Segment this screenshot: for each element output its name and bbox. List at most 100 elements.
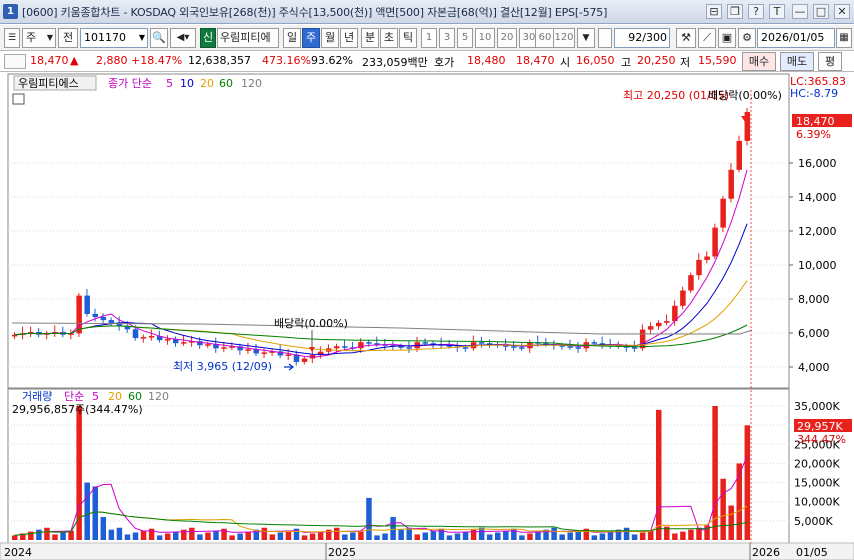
volume-bar xyxy=(132,532,139,540)
volume-bar xyxy=(277,532,284,540)
volume-bar xyxy=(334,527,340,540)
volume-bar xyxy=(92,486,98,540)
grid-tool-icon[interactable]: ⚒ xyxy=(676,28,696,48)
volume-bar xyxy=(422,532,429,540)
candle-body xyxy=(406,347,412,349)
interval-1[interactable]: 1 xyxy=(421,28,437,48)
interval-120[interactable]: 120 xyxy=(553,28,575,48)
volume-bar xyxy=(44,527,50,540)
tab-second[interactable]: 초 xyxy=(380,28,398,48)
stock-code-input[interactable]: 101170 ▼ xyxy=(80,28,148,48)
calendar-icon[interactable]: ▦ xyxy=(836,28,852,48)
copy-window-button[interactable]: ❐ xyxy=(727,4,743,19)
candle-body xyxy=(92,313,98,318)
minimize-button[interactable]: — xyxy=(792,4,808,19)
candle-body xyxy=(205,344,211,346)
date-input[interactable]: 2026/01/05 xyxy=(757,28,835,48)
volume-bar xyxy=(567,532,573,540)
interval-blank[interactable] xyxy=(598,28,612,48)
even-button[interactable]: 평 xyxy=(818,52,842,71)
price-tick-label: 6,000 xyxy=(798,327,830,340)
candle-body xyxy=(591,342,598,344)
bar-count-max: /300 xyxy=(642,31,667,44)
tab-week[interactable]: 주 xyxy=(302,28,320,48)
candle-body xyxy=(301,358,308,362)
menu-icon[interactable]: ☰ xyxy=(4,28,20,48)
tab-day[interactable]: 일 xyxy=(283,28,301,48)
hoga-bid: 18,470 xyxy=(516,54,555,67)
candle-body xyxy=(478,342,485,344)
bar-count-input[interactable]: 92/300 xyxy=(614,28,670,48)
help-button[interactable]: ? xyxy=(748,4,764,19)
chart-area[interactable]: 16,000 14,000 12,000 10,000 8,000 6,000 4,000 … xyxy=(0,72,854,560)
volume-bar xyxy=(197,534,203,540)
quote-toggle[interactable] xyxy=(4,54,26,69)
low-price: 15,590 xyxy=(698,54,737,67)
last-price-tag-value: 18,470 xyxy=(796,115,835,128)
text-button[interactable]: T xyxy=(769,4,785,19)
chart-toolbar: ☰ 주 ▼ 전 101170 ▼ 🔍 ◀▾ 신 우림피티에 일 주 월 년 분 초 … xyxy=(0,25,854,51)
table-icon[interactable] xyxy=(12,93,25,105)
sell-button[interactable]: 매도 xyxy=(780,52,814,71)
volume-bar xyxy=(317,531,324,540)
interval-10[interactable]: 10 xyxy=(475,28,495,48)
legend-ma-120: 120 xyxy=(241,77,262,90)
candle-body xyxy=(245,349,251,351)
save-icon[interactable]: ▣ xyxy=(718,28,736,48)
volume-bar xyxy=(430,530,437,540)
candle-body xyxy=(366,342,372,344)
draw-tool-icon[interactable]: ⟋ xyxy=(698,28,716,48)
volume-bar xyxy=(390,517,396,540)
speaker-icon[interactable]: ◀▾ xyxy=(170,28,196,48)
prev-button[interactable]: 전 xyxy=(58,28,78,48)
tab-minute[interactable]: 분 xyxy=(361,28,379,48)
volume-legend-ma-label: 단순 xyxy=(64,390,84,403)
window-title: [0600] 키움종합차트 - KOSDAQ 외국인보유[268(천)] 주식수… xyxy=(22,6,608,19)
maximize-button[interactable]: □ xyxy=(813,4,829,19)
dividend-annotation-top: 배당락(0.00%) xyxy=(708,89,782,102)
volume-bar xyxy=(672,533,678,540)
link-window-button[interactable]: ⊟ xyxy=(706,4,722,19)
price-tick-label: 16,000 xyxy=(798,157,837,170)
current-price: 18,470 xyxy=(30,54,69,67)
interval-20[interactable]: 20 xyxy=(497,28,517,48)
stock-chart[interactable]: 16,00014,00012,00010,0008,0006,0004,000 … xyxy=(0,72,854,560)
volume-bar xyxy=(261,527,268,540)
volume-bar xyxy=(720,478,726,540)
volume-bar xyxy=(503,530,509,540)
volume-bar xyxy=(84,482,90,540)
candle-body xyxy=(84,295,90,314)
close-button[interactable]: ✕ xyxy=(834,4,850,19)
candle-body xyxy=(664,321,670,323)
chevron-down-icon[interactable]: ▼ xyxy=(577,28,595,48)
gear-icon[interactable]: ⚙ xyxy=(738,28,756,48)
high-price: 20,250 xyxy=(637,54,676,67)
candle-body xyxy=(261,352,268,354)
price-tick-label: 12,000 xyxy=(798,225,837,238)
tab-year[interactable]: 년 xyxy=(340,28,358,48)
cursor-date: 01/05 xyxy=(796,546,828,559)
tab-month[interactable]: 월 xyxy=(321,28,339,48)
candle-body xyxy=(221,347,227,349)
candle-body xyxy=(704,256,710,260)
candle-body xyxy=(132,329,139,339)
interval-5[interactable]: 5 xyxy=(457,28,473,48)
volume-bar xyxy=(478,527,485,540)
search-icon[interactable]: 🔍 xyxy=(150,28,168,48)
interval-60[interactable]: 60 xyxy=(535,28,555,48)
high-label: 고 xyxy=(621,56,632,69)
buy-button[interactable]: 매수 xyxy=(742,52,776,71)
volume-bar xyxy=(623,527,630,540)
volume-bar xyxy=(728,505,734,540)
last-price-tag-pct: 6.39% xyxy=(796,128,831,141)
period-select[interactable]: 주 ▼ xyxy=(22,28,56,48)
candle-body xyxy=(728,169,734,199)
volume-bar xyxy=(414,534,420,540)
interval-3[interactable]: 3 xyxy=(439,28,455,48)
legend-ma-10: 10 xyxy=(180,77,194,90)
volume-bar xyxy=(205,532,211,540)
candle-body xyxy=(181,342,187,344)
tab-tick[interactable]: 틱 xyxy=(399,28,417,48)
volume-bar xyxy=(607,531,614,540)
quote-bar: 18,470 ▲ 2,880 +18.47% 12,638,357 473.16… xyxy=(0,51,854,72)
